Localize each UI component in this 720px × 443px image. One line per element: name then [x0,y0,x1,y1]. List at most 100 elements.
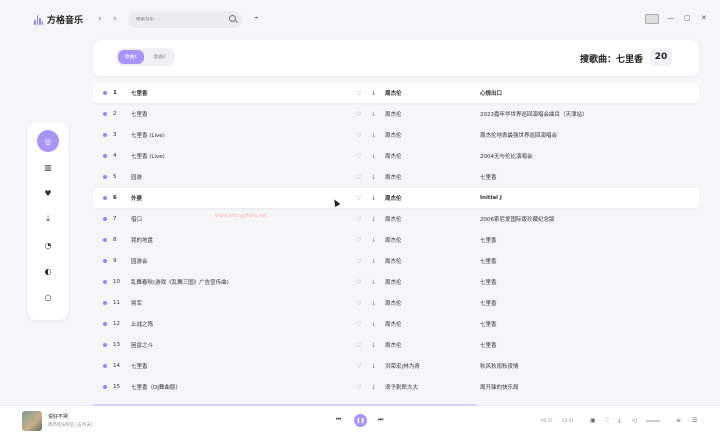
skin-toggle-icon[interactable] [645,14,659,24]
like-icon[interactable]: ♡ [356,300,361,307]
search-icon[interactable] [229,15,236,22]
progress-bar[interactable] [93,404,476,406]
play-button[interactable]: ❚❚ [354,414,367,427]
like-icon[interactable]: ♡ [356,153,361,160]
maximize-icon[interactable]: ▢ [684,14,691,22]
sidebar-settings-icon[interactable]: ○ [37,286,59,308]
lyrics-icon[interactable]: ≡ [676,417,681,424]
song-album[interactable]: 七里香 [480,278,680,286]
tab-songs-1[interactable]: 歌曲1 [118,50,144,64]
playlist-icon[interactable]: ☰ [692,417,697,424]
song-album[interactable]: 七里香 [480,299,680,307]
song-artist[interactable]: 周杰伦 [385,320,465,328]
song-artist[interactable]: 浪子刺郎大大 [385,383,465,391]
sidebar-discover-icon[interactable]: ◎ [37,130,59,152]
download-icon[interactable]: ↓ [371,90,376,97]
volume-slider[interactable] [646,420,660,422]
song-artist[interactable]: 周杰伦 [385,173,465,181]
song-row[interactable]: 9 园游会 ♡ ↓ 周杰伦 七里香 [93,251,699,271]
download-icon[interactable]: ↓ [371,300,376,307]
next-icon[interactable]: ⏭ [378,416,383,424]
sidebar-chart-icon[interactable]: ▥ [37,156,59,178]
download-icon[interactable]: ↓ [371,216,376,223]
download-icon[interactable]: ⤓ [618,417,621,425]
like-icon[interactable]: ♡ [356,132,361,139]
download-icon[interactable]: ↓ [371,342,376,349]
song-row[interactable]: 6 外婆 ♡ ↓ 周杰伦 Initial J [93,188,699,208]
mv-icon[interactable]: ▣ [590,417,596,424]
song-row[interactable]: 5 园游 ♡ ↓ 周杰伦 七里香 [93,167,699,187]
like-icon[interactable]: ♡ [356,195,361,202]
song-artist[interactable]: 周杰伦 [385,131,465,139]
download-icon[interactable]: ↓ [371,321,376,328]
like-icon[interactable]: ♡ [604,417,609,424]
minimize-icon[interactable]: — [667,14,674,22]
like-icon[interactable]: ♡ [356,90,361,97]
like-icon[interactable]: ♡ [356,363,361,370]
song-artist[interactable]: 洪荣宏|林为青 [385,362,465,370]
sidebar-download-icon[interactable]: ⤓ [37,208,59,230]
song-row[interactable]: 14 七里香 ♡ ↓ 洪荣宏|林为青 秋风秋雨秋夜情 [93,356,699,376]
like-icon[interactable]: ♡ [356,174,361,181]
song-album[interactable]: 心情出口 [480,89,680,97]
song-album[interactable]: 七里香 [480,236,680,244]
song-row[interactable]: 11 将军 ♡ ↓ 周杰伦 七里香 [93,293,699,313]
song-album[interactable]: 七里香 [480,257,680,265]
download-icon[interactable]: ↓ [371,132,376,139]
song-album[interactable]: 周开锋的快乐局 [480,383,680,391]
song-album[interactable]: 2004无与伦比演唱会 [480,152,680,160]
song-row[interactable]: 3 七里香 (Live) ♡ ↓ 周杰伦 周杰伦地表最强世界巡回演唱会 [93,125,699,145]
like-icon[interactable]: ♡ [356,258,361,265]
like-icon[interactable]: ♡ [356,321,361,328]
song-album[interactable]: 秋风秋雨秋夜情 [480,362,680,370]
song-album[interactable]: Initial J [480,195,680,201]
song-artist[interactable]: 周杰伦 [385,215,465,223]
like-icon[interactable]: ♡ [356,342,361,349]
download-icon[interactable]: ↓ [371,195,376,202]
song-artist[interactable]: 周杰伦 [385,341,465,349]
download-icon[interactable]: ↓ [371,237,376,244]
download-icon[interactable]: ↓ [371,363,376,370]
like-icon[interactable]: ♡ [356,216,361,223]
download-icon[interactable]: ↓ [371,111,376,118]
song-album[interactable]: 七里香 [480,173,680,181]
like-icon[interactable]: ♡ [356,279,361,286]
close-icon[interactable]: ✕ [701,14,707,22]
forward-arrow-icon[interactable]: › [113,14,117,24]
song-artist[interactable]: 周杰伦 [385,236,465,244]
back-arrow-icon[interactable]: ‹ [98,14,102,24]
song-artist[interactable]: 周杰伦 [385,257,465,265]
song-album[interactable]: 2023嘉年华世界巡回演唱会曲目（天津站） [480,110,680,118]
song-artist[interactable]: 周杰伦 [385,299,465,307]
like-icon[interactable]: ♡ [356,384,361,391]
album-cover[interactable] [22,411,42,431]
song-row[interactable]: 7 借口 ♡ ↓ 周杰伦 2006索尼爱国际版珍藏纪念版 [93,209,699,229]
volume-icon[interactable]: ◁ [632,417,637,424]
sidebar-heart-icon[interactable]: ♥ [37,182,59,204]
search-input[interactable] [136,17,226,22]
download-icon[interactable]: ↓ [371,384,376,391]
like-icon[interactable]: ♡ [356,111,361,118]
like-icon[interactable]: ♡ [356,237,361,244]
song-row[interactable]: 15 七里香（DJ舞曲版） ♡ ↓ 浪子刺郎大大 周开锋的快乐局 [93,377,699,397]
song-row[interactable]: 8 我的地盘 ♡ ↓ 周杰伦 七里香 [93,230,699,250]
search-box[interactable] [128,11,242,28]
audio-wave-icon[interactable]: ⌁ [254,13,259,22]
download-icon[interactable]: ↓ [371,174,376,181]
song-album[interactable]: 七里香 [480,341,680,349]
song-row[interactable]: 2 七里香 ♡ ↓ 周杰伦 2023嘉年华世界巡回演唱会曲目（天津站） [93,104,699,124]
song-artist[interactable]: 周杰伦 [385,110,465,118]
song-artist[interactable]: 周杰伦 [385,152,465,160]
sidebar-radio-icon[interactable]: ◔ [37,234,59,256]
song-row[interactable]: 12 止战之殇 ♡ ↓ 周杰伦 七里香 [93,314,699,334]
song-artist[interactable]: 周杰伦 [385,89,465,97]
song-row[interactable]: 13 困兽之斗 ♡ ↓ 周杰伦 七里香 [93,335,699,355]
song-album[interactable]: 七里香 [480,320,680,328]
previous-icon[interactable]: ⏮ [336,416,341,424]
download-icon[interactable]: ↓ [371,279,376,286]
song-row[interactable]: 1 七里香 ♡ ↓ 周杰伦 心情出口 [93,83,699,103]
tab-songs-2[interactable]: 歌曲2 [147,50,173,64]
download-icon[interactable]: ↓ [371,258,376,265]
sidebar-toggle-icon[interactable]: ◐ [37,260,59,282]
download-icon[interactable]: ↓ [371,153,376,160]
